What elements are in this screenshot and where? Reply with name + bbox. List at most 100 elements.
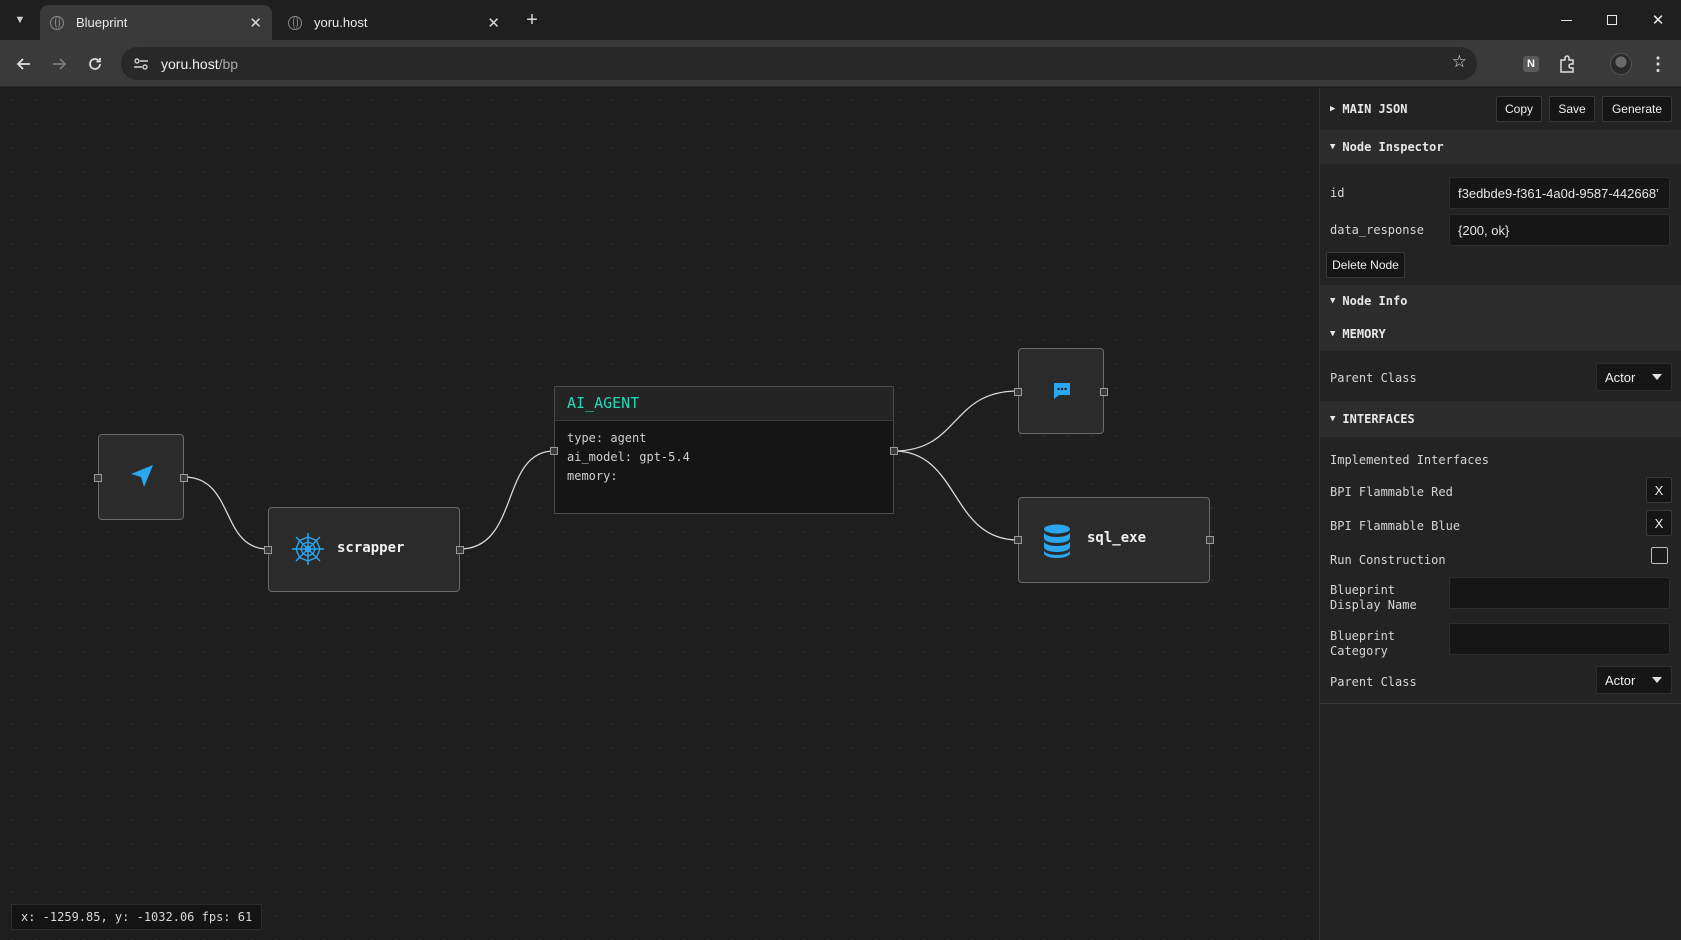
id-label: id — [1330, 186, 1345, 200]
database-icon — [1043, 524, 1071, 563]
section-memory[interactable]: ▼ MEMORY — [1320, 317, 1681, 351]
forward-icon[interactable] — [46, 51, 72, 77]
menu-icon[interactable]: ⋮ — [1645, 51, 1671, 77]
tab-yoru-host[interactable]: yoru.host ✕ — [278, 5, 510, 40]
label-line: Category — [1330, 644, 1388, 658]
section-title: Node Inspector — [1342, 140, 1444, 154]
node-properties: type: agent ai_model: gpt-5.4 memory: — [555, 421, 893, 494]
parent-class-select[interactable]: Actor — [1596, 363, 1672, 391]
node-property-model: ai_model: gpt-5.4 — [567, 450, 690, 464]
output-port[interactable] — [1206, 536, 1214, 544]
back-icon[interactable] — [11, 51, 37, 77]
profile-avatar[interactable] — [1608, 51, 1634, 77]
copy-button[interactable]: Copy — [1496, 96, 1542, 122]
collapse-caret-icon: ▼ — [1330, 414, 1336, 424]
input-port[interactable] — [264, 546, 272, 554]
blueprint-display-name-label: Blueprint Display Name — [1330, 583, 1417, 613]
implemented-interfaces-label: Implemented Interfaces — [1330, 453, 1489, 467]
label-line: Display Name — [1330, 598, 1417, 612]
select-value: Actor — [1605, 672, 1636, 688]
globe-icon — [288, 15, 302, 30]
new-tab-button[interactable]: + — [520, 8, 544, 32]
wire-agent-to-chat — [893, 390, 1019, 452]
wire-agent-to-sql — [893, 450, 1019, 541]
parent-class-select[interactable]: Actor — [1596, 666, 1672, 694]
maximize-icon — [1607, 15, 1617, 25]
reload-icon[interactable] — [82, 51, 108, 77]
node-label: scrapper — [337, 540, 405, 556]
section-node-info[interactable]: ▼ Node Info — [1320, 285, 1681, 317]
label-line: Blueprint — [1330, 583, 1396, 597]
collapse-caret-icon: ▶ — [1330, 104, 1336, 114]
extension-badge: N — [1523, 56, 1539, 72]
close-window-button[interactable]: ✕ — [1635, 0, 1681, 40]
n-extension-button[interactable]: N — [1518, 51, 1544, 77]
node-scrapper[interactable]: scrapper — [264, 507, 464, 592]
chevron-down-icon — [1652, 374, 1662, 380]
tab-close-icon[interactable]: ✕ — [249, 14, 262, 32]
node-sql-exe[interactable]: sql_exe — [1014, 497, 1214, 583]
url-text: yoru.host/bp — [161, 56, 238, 72]
remove-interface-button[interactable]: X — [1646, 477, 1672, 503]
id-field[interactable]: f3edbde9-f361-4a0d-9587-442668’ — [1449, 177, 1670, 209]
data-response-label: data_response — [1330, 223, 1424, 237]
wire-scrapper-to-agent — [459, 450, 555, 550]
node-property-memory: memory: — [567, 469, 618, 483]
select-value: Actor — [1605, 369, 1636, 385]
node-label: sql_exe — [1087, 530, 1147, 546]
address-bar[interactable]: yoru.host/bp ☆ — [121, 47, 1477, 80]
tab-title: yoru.host — [314, 15, 368, 30]
wire-location-to-scrapper — [183, 476, 269, 550]
browser-tab-bar: ▼ Blueprint ✕ yoru.host ✕ + ✕ — [0, 0, 1681, 40]
delete-node-button[interactable]: Delete Node — [1326, 252, 1405, 278]
chevron-down-icon — [1652, 677, 1662, 683]
extensions-icon[interactable] — [1554, 51, 1580, 77]
input-port[interactable] — [94, 474, 102, 482]
maximize-button[interactable] — [1589, 0, 1635, 40]
blueprint-canvas[interactable]: scrapper AI_AGENT type: agent ai_model: … — [0, 88, 1319, 940]
output-port[interactable] — [180, 474, 188, 482]
node-chat[interactable] — [1014, 348, 1108, 434]
bookmark-star-icon[interactable]: ☆ — [1452, 52, 1467, 72]
minimize-icon — [1560, 19, 1572, 21]
node-location[interactable] — [94, 434, 188, 520]
generate-button[interactable]: Generate — [1602, 96, 1672, 122]
tab-title: Blueprint — [76, 15, 128, 30]
output-port[interactable] — [1100, 388, 1108, 396]
tab-search-icon[interactable]: ▼ — [8, 8, 32, 32]
output-port[interactable] — [890, 447, 898, 455]
site-info-icon[interactable] — [130, 53, 152, 75]
collapse-caret-icon: ▼ — [1330, 142, 1336, 152]
section-title: Node Info — [1342, 294, 1408, 308]
tab-blueprint[interactable]: Blueprint ✕ — [40, 5, 272, 40]
output-port[interactable] — [456, 546, 464, 554]
inspector-panel: ▶ MAIN JSON Copy Save Generate ▼ Node In… — [1319, 88, 1681, 940]
spider-web-icon — [291, 532, 325, 571]
navigation-arrow-icon — [129, 463, 155, 494]
tab-close-icon[interactable]: ✕ — [487, 14, 500, 32]
data-response-field[interactable]: {200, ok} — [1449, 214, 1670, 246]
input-port[interactable] — [1014, 536, 1022, 544]
run-construction-checkbox[interactable] — [1651, 547, 1668, 564]
remove-interface-button[interactable]: X — [1646, 510, 1672, 536]
browser-toolbar: yoru.host/bp ☆ N ⋮ — [0, 40, 1681, 87]
parent-class-label: Parent Class — [1330, 371, 1417, 385]
run-construction-label: Run Construction — [1330, 553, 1446, 567]
input-port[interactable] — [1014, 388, 1022, 396]
canvas-status-readout: x: -1259.85, y: -1032.06 fps: 61 — [11, 904, 263, 930]
minimize-button[interactable] — [1543, 0, 1589, 40]
input-port[interactable] — [550, 447, 558, 455]
blueprint-category-label: Blueprint Category — [1330, 629, 1395, 659]
node-property-type: type: agent — [567, 431, 647, 445]
section-title: MEMORY — [1342, 327, 1386, 341]
section-divider — [1320, 703, 1681, 704]
save-button[interactable]: Save — [1549, 96, 1595, 122]
blueprint-category-field[interactable] — [1449, 623, 1670, 655]
section-node-inspector[interactable]: ▼ Node Inspector — [1320, 130, 1681, 164]
parent-class-label: Parent Class — [1330, 675, 1417, 689]
blueprint-display-name-field[interactable] — [1449, 577, 1670, 609]
node-ai-agent[interactable]: AI_AGENT type: agent ai_model: gpt-5.4 m… — [550, 386, 898, 514]
section-interfaces[interactable]: ▼ INTERFACES — [1320, 401, 1681, 437]
node-title: AI_AGENT — [555, 387, 893, 421]
collapse-caret-icon: ▼ — [1330, 329, 1336, 339]
